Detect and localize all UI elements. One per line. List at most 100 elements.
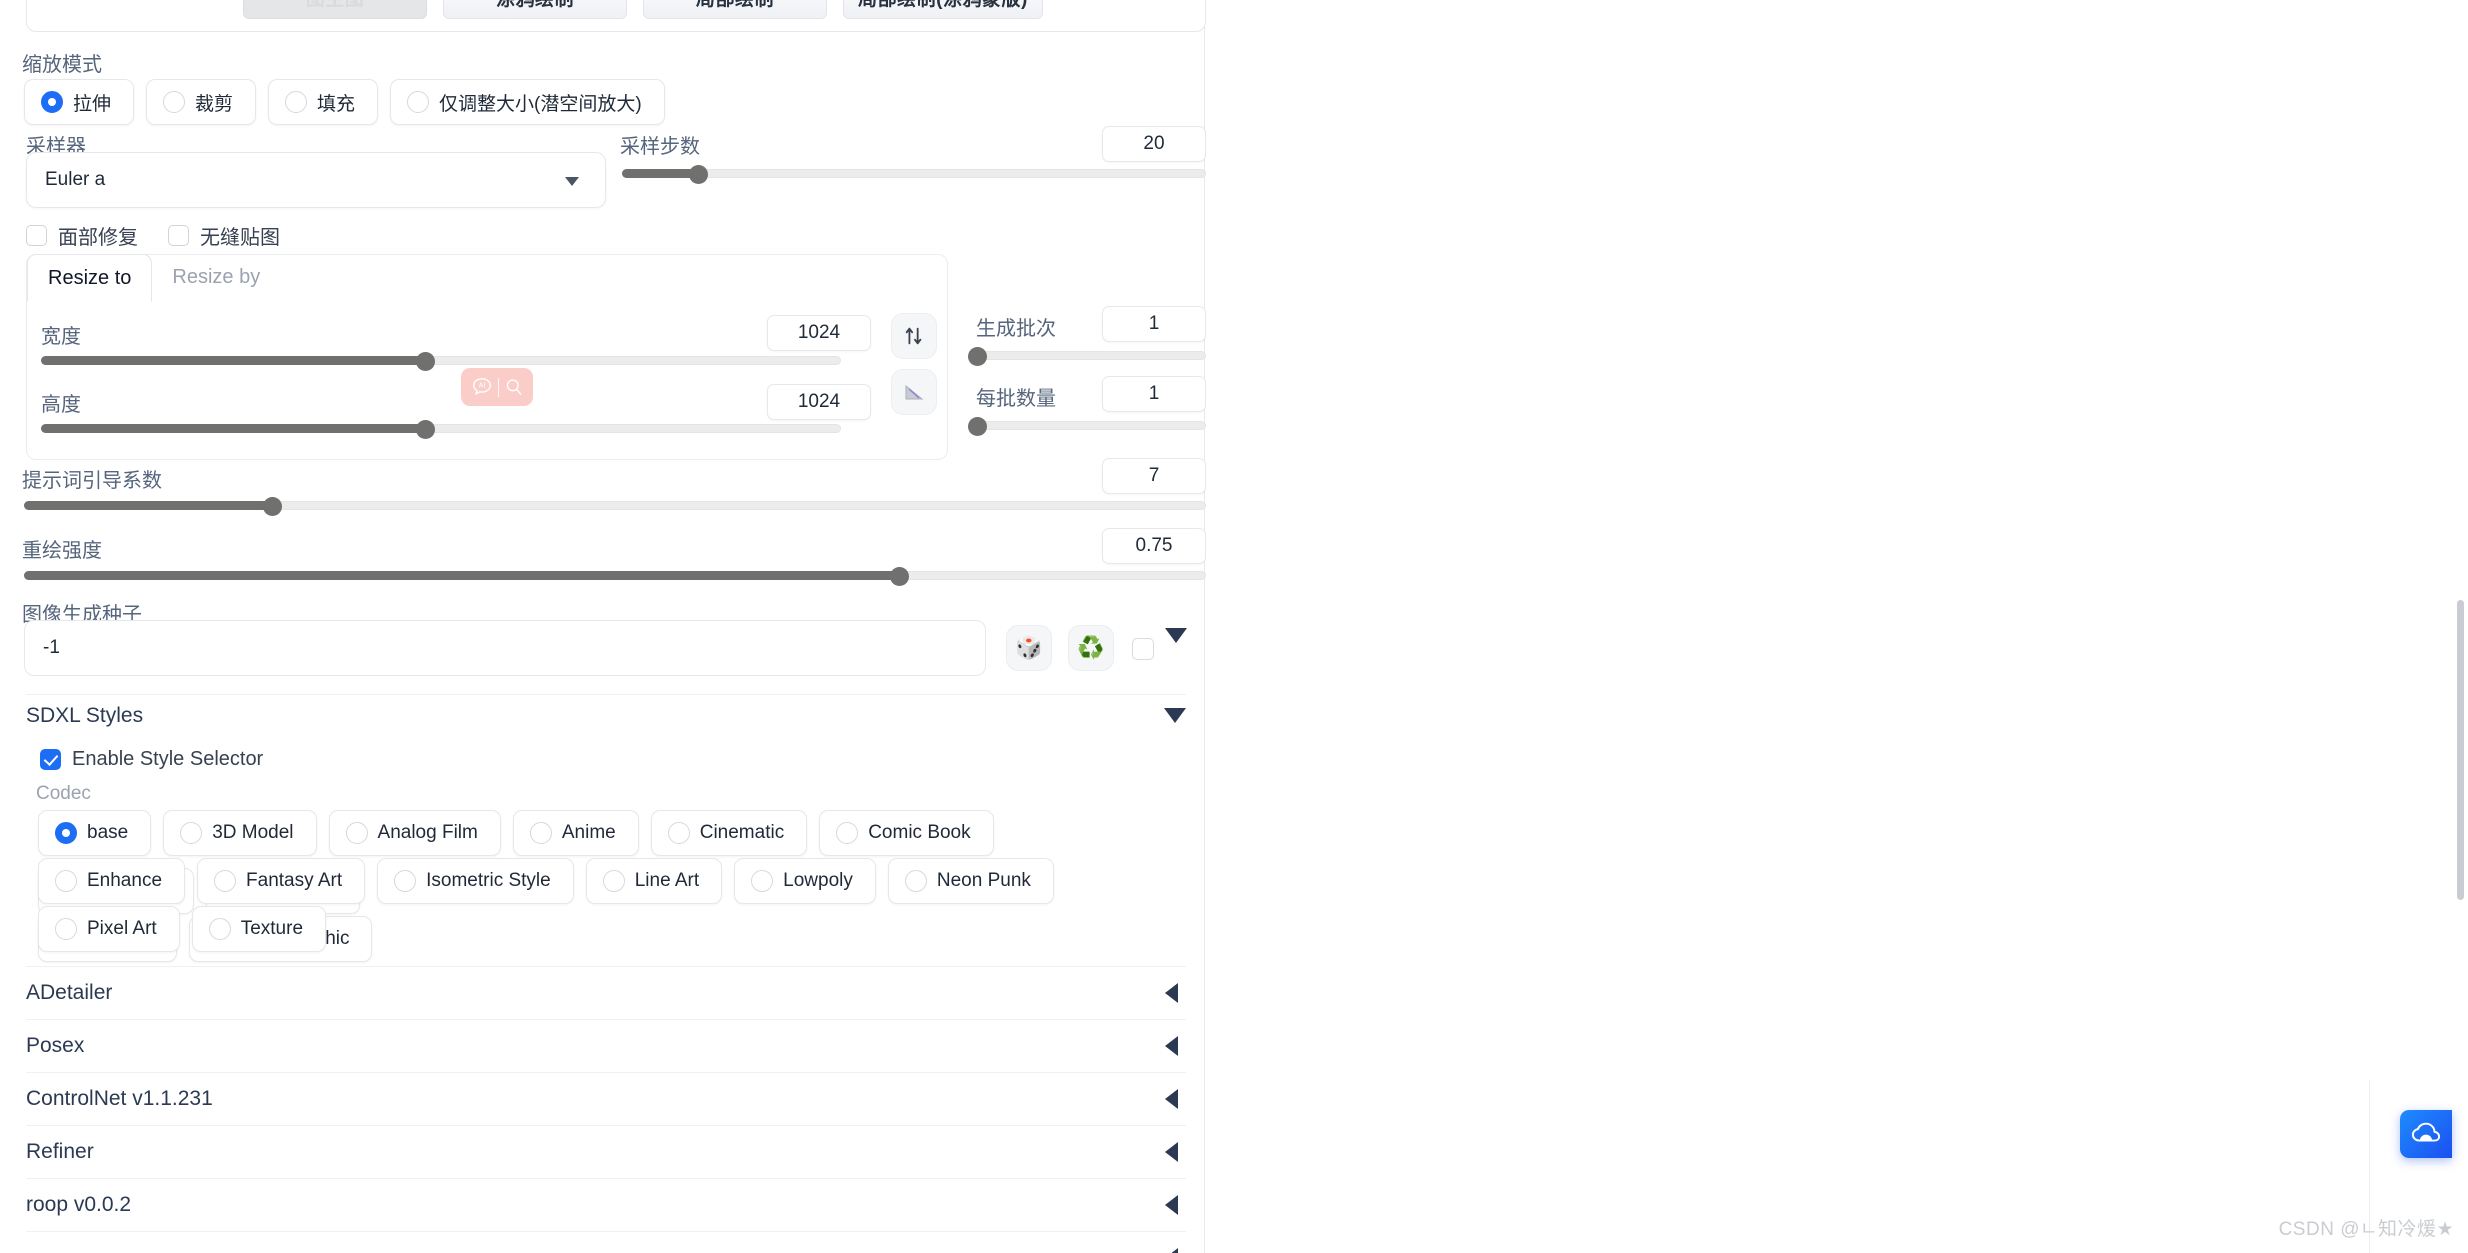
style-option-neon-punk[interactable]: Neon Punk xyxy=(888,858,1054,904)
slider-thumb[interactable] xyxy=(416,352,435,371)
radio-icon xyxy=(55,822,77,844)
accordion-roop[interactable]: roop v0.0.2 xyxy=(26,1178,1186,1230)
resize-sub-tabs: Resize to Resize by xyxy=(27,254,280,302)
tab-inpaint-sketch[interactable]: 局部绘制(涂鸦蒙版) xyxy=(843,0,1043,19)
slider-thumb[interactable] xyxy=(890,567,909,586)
slider-track xyxy=(622,169,1206,178)
style-option-analog-film[interactable]: Analog Film xyxy=(329,810,501,856)
accordion-refiner[interactable]: Refiner xyxy=(26,1125,1186,1177)
style-option-lowpoly[interactable]: Lowpoly xyxy=(734,858,876,904)
tab-sketch[interactable]: 涂鸦绘制 xyxy=(443,0,627,19)
tab-resize-by-label: Resize by xyxy=(172,266,260,288)
tab-inpaint-sketch-label: 局部绘制(涂鸦蒙版) xyxy=(858,0,1028,11)
style-option-line-art[interactable]: Line Art xyxy=(586,858,722,904)
seed-value: -1 xyxy=(43,637,60,659)
accordion-label: roop v0.0.2 xyxy=(26,1193,131,1217)
width-input[interactable]: 1024 xyxy=(767,315,871,351)
style-option-fantasy-art[interactable]: Fantasy Art xyxy=(197,858,365,904)
tab-inpaint[interactable]: 局部绘制 xyxy=(643,0,827,19)
cfg-scale-label: 提示词引导系数 xyxy=(22,464,162,493)
style-option-cinematic[interactable]: Cinematic xyxy=(651,810,807,856)
radio-icon xyxy=(209,918,231,940)
denoising-strength-input[interactable]: 0.75 xyxy=(1102,528,1206,564)
cfg-scale-input[interactable]: 7 xyxy=(1102,458,1206,494)
seed-extras-checkbox[interactable] xyxy=(1132,638,1154,660)
swap-vertical-icon-button[interactable] xyxy=(891,313,937,359)
steps-value-input[interactable]: 20 xyxy=(1102,126,1206,162)
cfg-scale-slider[interactable] xyxy=(24,498,1206,512)
accordion-posex[interactable]: Posex xyxy=(26,1019,1186,1071)
height-input[interactable]: 1024 xyxy=(767,384,871,420)
accordion-next-partial[interactable] xyxy=(26,1231,1186,1253)
aspect-ratio-icon-button[interactable] xyxy=(891,369,937,415)
height-label: 高度 xyxy=(41,388,81,417)
chevron-left-icon xyxy=(1165,1248,1178,1253)
accordion-controlnet[interactable]: ControlNet v1.1.231 xyxy=(26,1072,1186,1124)
batch-size-slider[interactable] xyxy=(972,418,1206,432)
slider-thumb[interactable] xyxy=(689,165,708,184)
style-option-label: Cinematic xyxy=(700,822,784,844)
batch-count-slider[interactable] xyxy=(972,348,1206,362)
style-option-label: 3D Model xyxy=(212,822,293,844)
ai-assist-overlay-badge[interactable]: AI xyxy=(461,368,533,406)
seed-input[interactable]: -1 xyxy=(24,620,986,676)
sdxl-styles-accordion-header[interactable]: SDXL Styles xyxy=(26,694,1186,736)
slider-thumb[interactable] xyxy=(968,347,987,366)
style-option-base[interactable]: base xyxy=(38,810,151,856)
style-option-isometric-style[interactable]: Isometric Style xyxy=(377,858,574,904)
slider-thumb[interactable] xyxy=(968,417,987,436)
style-option-pixel-art[interactable]: Pixel Art xyxy=(38,906,180,952)
style-option-comic-book[interactable]: Comic Book xyxy=(819,810,993,856)
steps-value: 20 xyxy=(1143,133,1164,155)
steps-slider[interactable] xyxy=(622,166,1206,180)
chevron-down-icon xyxy=(565,177,579,186)
style-option-label: Isometric Style xyxy=(426,870,551,892)
search-icon xyxy=(504,377,524,397)
style-option-texture[interactable]: Texture xyxy=(192,906,326,952)
accordion-adetailer[interactable]: ADetailer xyxy=(26,966,1186,1018)
enable-style-selector-checkbox[interactable]: Enable Style Selector xyxy=(40,748,263,771)
resize-mode-option-crop[interactable]: 裁剪 xyxy=(146,79,256,125)
cloud-icon xyxy=(2411,1121,2441,1147)
vertical-scrollbar[interactable] xyxy=(2457,600,2464,900)
resize-mode-option-stretch[interactable]: 拉伸 xyxy=(24,79,134,125)
csdn-watermark: CSDN @ㄴ知冷煖★ xyxy=(2279,1214,2454,1241)
resize-mode-radio-group: 拉伸 裁剪 填充 仅调整大小(潜空间放大) xyxy=(24,79,665,125)
radio-icon xyxy=(163,91,185,113)
denoising-strength-slider[interactable] xyxy=(24,568,1206,582)
tiling-checkbox[interactable]: 无缝贴图 xyxy=(168,221,280,250)
chevron-left-icon xyxy=(1165,1142,1178,1162)
slider-fill xyxy=(24,571,899,580)
style-option-enhance[interactable]: Enhance xyxy=(38,858,185,904)
style-option-anime[interactable]: Anime xyxy=(513,810,639,856)
reuse-seed-button[interactable]: ♻️ xyxy=(1068,625,1114,671)
batch-count-value: 1 xyxy=(1149,313,1160,335)
random-seed-button[interactable]: 🎲 xyxy=(1006,625,1052,671)
radio-icon xyxy=(55,918,77,940)
style-option-3d-model[interactable]: 3D Model xyxy=(163,810,316,856)
resize-mode-option-fill[interactable]: 填充 xyxy=(268,79,378,125)
tab-img2img[interactable]: 图生图 xyxy=(243,0,427,19)
radio-icon xyxy=(41,91,63,113)
radio-icon xyxy=(603,870,625,892)
img2img-left-panel: 图生图 涂鸦绘制 局部绘制 局部绘制(涂鸦蒙版) 缩放模式 拉伸 xyxy=(0,0,1205,1253)
slider-fill xyxy=(41,424,425,433)
enable-style-selector-label: Enable Style Selector xyxy=(72,748,263,771)
restore-faces-checkbox[interactable]: 面部修复 xyxy=(26,221,138,250)
resize-mode-option-latent[interactable]: 仅调整大小(潜空间放大) xyxy=(390,79,665,125)
height-slider[interactable] xyxy=(41,421,841,435)
chevron-left-icon xyxy=(1165,1036,1178,1056)
radio-icon xyxy=(836,822,858,844)
tab-resize-by[interactable]: Resize by xyxy=(152,254,280,302)
cloud-floating-button[interactable] xyxy=(2400,1110,2452,1158)
slider-thumb[interactable] xyxy=(263,497,282,516)
seed-extras-caret[interactable] xyxy=(1165,643,1187,661)
width-slider[interactable] xyxy=(41,353,841,367)
batch-size-input[interactable]: 1 xyxy=(1102,376,1206,412)
sampler-select[interactable]: Euler a xyxy=(26,152,606,208)
slider-thumb[interactable] xyxy=(416,420,435,439)
tiling-label: 无缝贴图 xyxy=(200,221,280,250)
batch-count-input[interactable]: 1 xyxy=(1102,306,1206,342)
tab-resize-to[interactable]: Resize to xyxy=(27,254,152,302)
sdxl-styles-title: SDXL Styles xyxy=(26,704,143,728)
